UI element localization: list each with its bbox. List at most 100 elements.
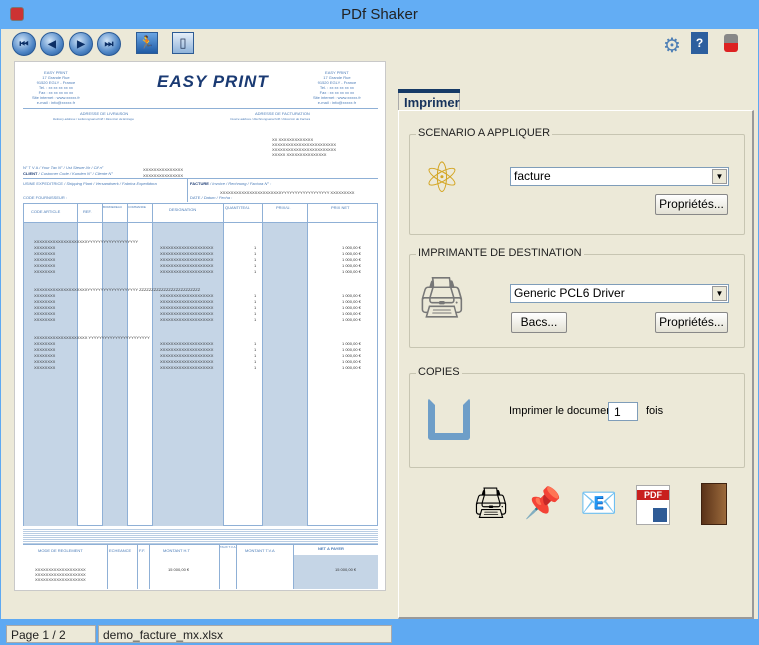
footer-col-header: MONTANT H.T [163, 548, 190, 553]
printer-select[interactable]: Generic PCL6 Driver ▼ [510, 284, 729, 303]
printer-group: IMPRIMANTE DE DESTINATION 🖨 Generic PCL6… [409, 247, 745, 348]
document-preview[interactable]: EASY PRINT 17 Grande Rue 91520 EGLY - Fran… [14, 61, 386, 591]
table-cell: XXXXXXXXXXXXXXXXXXXX [160, 317, 214, 322]
first-page-button[interactable]: ⏮ [12, 32, 36, 56]
email-icon[interactable]: 📧 [577, 481, 621, 525]
table-cell: XXXXXXXX [34, 251, 56, 256]
table-cell: XXXXXXXX [34, 365, 56, 370]
facture-label: FACTURE / Invoice / Rechnung / Factura N… [190, 181, 272, 186]
company-address-left: EASY PRINT 17 Grande Rue 91520 EGLY - Fran… [32, 70, 80, 105]
help-icon[interactable]: ? [691, 32, 708, 54]
table-cell: 1 [254, 347, 257, 352]
col-header: REF. [83, 209, 92, 214]
table-cell: XXXXXXXXXXXXXXXXXXXX [160, 353, 214, 358]
col-header: COMMANDE [128, 205, 146, 209]
scenario-select[interactable]: facture ▼ [510, 167, 729, 186]
copies-input[interactable]: 1 [608, 402, 638, 421]
table-cell: XXXXXXXXXXXXXXXXXXXX [160, 263, 214, 268]
settings-gear-icon[interactable]: ⚙ [663, 33, 681, 58]
table-cell: XXXXXXXXXXXXXXXXXXXX [160, 305, 214, 310]
table-cell: XXXXXXXX [34, 311, 56, 316]
table-cell: XXXXXXXX [34, 263, 56, 268]
footer-col-header: NET A PAYER [318, 546, 344, 551]
table-cell: 1 000,00 € [342, 305, 361, 310]
group-title: XXXXXXXXXXXXXXXXXXXXYYYYYYYYYYYYYYYYYYY … [34, 287, 201, 292]
printer-properties-button[interactable]: Propriétés... [655, 312, 728, 333]
exit-icon[interactable]: 🏃 [136, 32, 158, 54]
col-header: DESIGNATION [169, 207, 197, 212]
previous-page-button[interactable]: ◀ [40, 32, 64, 56]
chevron-down-icon[interactable]: ▼ [712, 286, 727, 301]
atom-icon: ⚛ [423, 153, 461, 201]
pdf-printer-icon[interactable] [724, 34, 738, 52]
table-cell: XXXXXXXXXXXXXXXXXXXX [160, 341, 214, 346]
table-cell: 1 000,00 € [342, 293, 361, 298]
printer-icon: 🖨 [416, 275, 468, 320]
table-cell: 1 [254, 353, 257, 358]
scenario-group: SCENARIO A APPLIQUER ⚛ facture ▼ Propriét… [409, 127, 745, 235]
vat-label: N° T V A / Your Tax N° / Ust Steuer-Nr /… [23, 165, 104, 170]
table-cell: XXXXXXXX [34, 317, 56, 322]
main-window: ⏮ ◀ ▶ ⏭ 🏃 ▯ ⚙ ? EASY PRINT 17 Grande Rue 9… [1, 29, 758, 643]
invoice-number: XXXXXXXXXXXXXXXXXXXXXXXYYYYYYYYYYYYYYYYY… [220, 190, 355, 195]
usine-label: USINE EXPEDITRICE / Shipping Plant / Ver… [23, 181, 157, 186]
payment-lines: XXXXXXXXXXXXXXXXXXX XXXXXXXXXXXXXXXXXXX XX… [35, 567, 86, 582]
table-cell: XXXXXXXX [34, 347, 56, 352]
table-cell: 1 000,00 € [342, 311, 361, 316]
col-header: CODE ARTICLE [31, 209, 61, 214]
copies-label: COPIES [416, 366, 462, 378]
scenario-properties-button[interactable]: Propriétés... [655, 194, 728, 215]
totals-table: MODE DE REGLEMENT ECHEANCE F.F. MONTANT … [23, 544, 378, 589]
table-cell: 1 000,00 € [342, 353, 361, 358]
table-cell: XXXXXXXXXXXXXXXXXXXX [160, 293, 214, 298]
tab-imprimer[interactable]: Imprimer [398, 89, 460, 111]
title-bar: PDf Shaker [0, 0, 759, 29]
table-cell: 1 [254, 293, 257, 298]
table-cell: XXXXXXXX [34, 245, 56, 250]
items-table: CODE ARTICLE REF. BORDEREAU COMMANDE DES… [23, 203, 378, 526]
footer-col-header: TAUX T.V.A. [220, 545, 237, 549]
table-cell: 1 [254, 341, 257, 346]
terms-text [23, 528, 378, 544]
save-pdf-icon[interactable]: PDF [636, 485, 670, 525]
net-a-payer: 15 000,00 € [335, 567, 357, 572]
table-cell: 1 000,00 € [342, 347, 361, 352]
copies-loop-icon [428, 398, 470, 440]
table-cell: 1 [254, 305, 257, 310]
table-cell: XXXXXXXX [34, 293, 56, 298]
printer-label: IMPRIMANTE DE DESTINATION [416, 247, 584, 259]
table-cell: 1 000,00 € [342, 251, 361, 256]
col-header: PRIX/U. [276, 205, 291, 210]
print-panel: SCENARIO A APPLIQUER ⚛ facture ▼ Propriét… [398, 110, 754, 619]
delivery-address-sub: Delivery address / Lieferungsanschrift /… [53, 117, 134, 121]
table-cell: 1 000,00 € [342, 269, 361, 274]
print-confirm-icon[interactable]: 🖨 [469, 481, 513, 525]
window-title: PDf Shaker [341, 6, 418, 23]
delivery-address-label: ADRESSE DE LIVRAISON [80, 111, 129, 116]
table-cell: XXXXXXXX [34, 353, 56, 358]
date-label: DATE / Datum / Fecha : [190, 195, 233, 200]
exit-door-icon[interactable] [701, 483, 727, 525]
table-cell: 1 [254, 263, 257, 268]
table-cell: XXXXXXXX [34, 341, 56, 346]
page-layout-icon[interactable]: ▯ [172, 32, 194, 54]
col-header: QUANTITE/U. [225, 205, 251, 210]
copies-suffix: fois [646, 405, 664, 417]
pin-scenario-icon[interactable]: 📌 [521, 481, 565, 525]
chevron-down-icon[interactable]: ▼ [712, 169, 727, 184]
next-page-button[interactable]: ▶ [69, 32, 93, 56]
table-cell: XXXXXXXX [34, 305, 56, 310]
status-bar: Page 1 / 2 demo_facture_mx.xlsx [6, 625, 392, 645]
trays-button[interactable]: Bacs... [511, 312, 567, 333]
table-cell: 1 [254, 257, 257, 262]
last-page-button[interactable]: ⏭ [97, 32, 121, 56]
table-cell: XXXXXXXXXXXXXXXXXXXX [160, 269, 214, 274]
table-cell: 1 [254, 245, 257, 250]
col-header: PRIX NET [331, 205, 350, 210]
table-cell: XXXXXXXXXXXXXXXXXXXX [160, 365, 214, 370]
file-name: demo_facture_mx.xlsx [98, 625, 392, 643]
table-cell: 1 [254, 359, 257, 364]
montant-ht: 15 000,00 € [168, 567, 190, 572]
footer-col-header: MONTANT T.V.A [245, 548, 275, 553]
table-cell: 1 [254, 269, 257, 274]
